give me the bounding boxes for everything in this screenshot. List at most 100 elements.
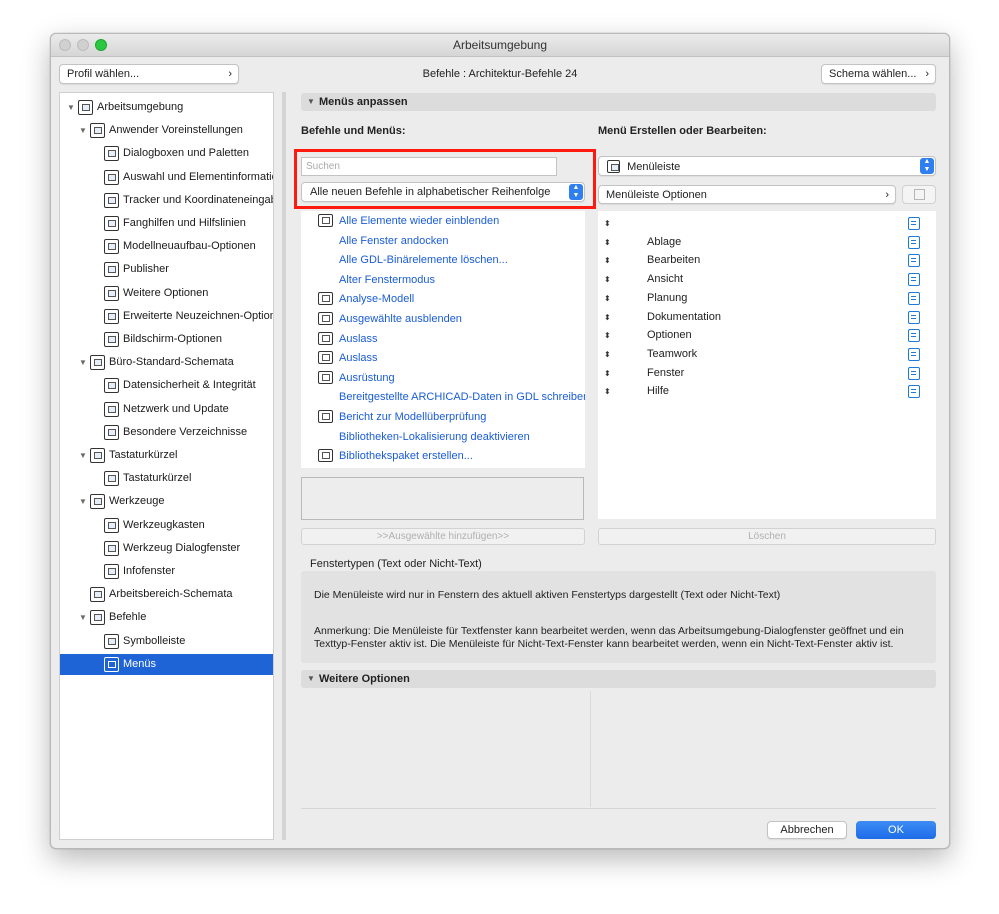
- tree-item[interactable]: Menüs: [60, 653, 273, 675]
- command-item[interactable]: Bereitgestellte ARCHICAD-Daten in GDL sc…: [301, 387, 585, 407]
- disclosure-triangle-icon[interactable]: ▼: [66, 97, 76, 118]
- disclosure-triangle-icon[interactable]: ▼: [78, 607, 88, 628]
- tree-item[interactable]: Publisher: [60, 259, 273, 280]
- tree-item[interactable]: Besondere Verzeichnisse: [60, 422, 273, 443]
- command-icon: [318, 214, 333, 227]
- more-options-section-header[interactable]: ▼ Weitere Optionen: [301, 670, 936, 688]
- menu-select[interactable]: Menüleiste ▲ ▼: [598, 156, 936, 176]
- menu-item-row[interactable]: ⬍ Hilfe: [598, 382, 936, 401]
- edit-menu-icon[interactable]: [908, 235, 920, 249]
- edit-menu-icon[interactable]: [908, 254, 920, 268]
- drag-handle-icon[interactable]: ⬍: [604, 326, 611, 345]
- tree-item[interactable]: Auswahl und Elementinformation: [60, 167, 273, 188]
- new-menu-item-button[interactable]: [902, 185, 936, 204]
- highlight-frame: [294, 149, 596, 209]
- settings-tree[interactable]: ▼ Arbeitsumgebung ▼ Anwender Voreinstellung…: [59, 92, 274, 840]
- command-item[interactable]: Bibliotheken-Lokalisierung deaktivieren: [301, 427, 585, 447]
- tree-item[interactable]: Modellneuaufbau-Optionen: [60, 236, 273, 257]
- tree-item[interactable]: ▼ Tastaturkürzel: [60, 445, 273, 466]
- tree-item[interactable]: ▼ Werkzeuge: [60, 491, 273, 512]
- command-item[interactable]: Auslass: [301, 329, 585, 349]
- command-item[interactable]: Bibliothekspaket erstellen...: [301, 446, 585, 466]
- edit-menu-icon[interactable]: [908, 291, 920, 305]
- menu-item-row[interactable]: ⬍ Dokumentation: [598, 308, 936, 327]
- tree-item[interactable]: Weitere Optionen: [60, 283, 273, 304]
- tree-item[interactable]: ▼ Arbeitsumgebung: [60, 97, 273, 118]
- command-item[interactable]: Bericht zur Modellüberprüfung: [301, 407, 585, 427]
- drag-handle-icon[interactable]: ⬍: [604, 270, 611, 289]
- tree-item[interactable]: ▼ Befehle: [60, 607, 273, 628]
- command-preview-box: [301, 477, 584, 520]
- command-item[interactable]: Auslass: [301, 348, 585, 368]
- ok-button[interactable]: OK: [856, 821, 936, 839]
- drag-handle-icon[interactable]: ⬍: [604, 308, 611, 327]
- delete-button[interactable]: Löschen: [598, 528, 936, 545]
- drag-handle-icon[interactable]: ⬍: [604, 233, 611, 252]
- drag-handle-icon[interactable]: ⬍: [604, 251, 611, 270]
- command-item[interactable]: Ausgewählte ausblenden: [301, 309, 585, 329]
- command-icon: [318, 331, 333, 345]
- menu-item-row[interactable]: ⬍: [598, 214, 936, 233]
- commands-value: Architektur-Befehle 24: [468, 68, 578, 80]
- tree-item-label: Anwender Voreinstellungen: [109, 124, 243, 137]
- menu-items-list[interactable]: ⬍ ⬍ Ablage ⬍ Bearbeiten ⬍ Ansicht ⬍ Planung ⬍ Doku…: [598, 211, 936, 519]
- edit-menu-icon[interactable]: [908, 217, 920, 230]
- command-item[interactable]: Analyse-Modell: [301, 289, 585, 309]
- menu-item-row[interactable]: ⬍ Ablage: [598, 233, 936, 252]
- tree-item[interactable]: Tracker und Koordinateneingabe: [60, 190, 273, 211]
- tree-item[interactable]: ▼ Büro-Standard-Schemata: [60, 352, 273, 373]
- command-item[interactable]: Alter Fenstermodus: [301, 270, 585, 290]
- menu-item-row[interactable]: ⬍ Bearbeiten: [598, 251, 936, 270]
- tree-item-icon: [78, 100, 93, 115]
- pane-splitter[interactable]: [282, 92, 286, 840]
- edit-menu-icon[interactable]: [908, 273, 920, 287]
- edit-menu-icon[interactable]: [908, 310, 920, 324]
- edit-menu-icon[interactable]: [908, 329, 920, 343]
- menu-item-label: Optionen: [647, 329, 692, 342]
- command-item[interactable]: Alle Fenster andocken: [301, 231, 585, 251]
- edit-menu-icon[interactable]: [908, 347, 920, 361]
- info-text-1: Die Menüleiste wird nur in Fenstern des …: [314, 589, 781, 601]
- tree-item[interactable]: Tastaturkürzel: [60, 468, 273, 489]
- drag-handle-icon[interactable]: ⬍: [604, 382, 611, 401]
- command-item[interactable]: Alle Elemente wieder einblenden: [301, 211, 585, 231]
- tree-item[interactable]: Erweiterte Neuzeichnen-Optionen: [60, 306, 273, 327]
- tree-item[interactable]: Werkzeug Dialogfenster: [60, 538, 273, 559]
- menu-item-row[interactable]: ⬍ Ansicht: [598, 270, 936, 289]
- command-item[interactable]: Ausrüstung: [301, 368, 585, 388]
- menu-item-row[interactable]: ⬍ Optionen: [598, 326, 936, 345]
- tree-item[interactable]: Infofenster: [60, 561, 273, 582]
- tree-item[interactable]: Dialogboxen und Paletten: [60, 143, 273, 164]
- edit-menu-icon[interactable]: [908, 385, 920, 399]
- drag-handle-icon[interactable]: ⬍: [604, 364, 611, 383]
- cancel-button[interactable]: Abbrechen: [767, 821, 847, 839]
- add-selected-button[interactable]: >>Ausgewählte hinzufügen>>: [301, 528, 585, 545]
- tree-item[interactable]: Arbeitsbereich-Schemata: [60, 584, 273, 605]
- commands-list[interactable]: Alle Elemente wieder einblenden Alle Fens…: [301, 211, 585, 468]
- tree-item[interactable]: Datensicherheit & Integrität: [60, 375, 273, 396]
- edit-menu-icon[interactable]: [908, 366, 920, 380]
- menus-section-header[interactable]: ▼ Menüs anpassen: [301, 93, 936, 111]
- drag-handle-icon[interactable]: ⬍: [604, 214, 611, 233]
- tree-item[interactable]: ▼ Anwender Voreinstellungen: [60, 120, 273, 141]
- drag-handle-icon[interactable]: ⬍: [604, 345, 611, 364]
- disclosure-triangle-icon[interactable]: ▼: [78, 491, 88, 512]
- tree-item[interactable]: Werkzeugkasten: [60, 515, 273, 536]
- menu-item-row[interactable]: ⬍ Teamwork: [598, 345, 936, 364]
- schema-select-button[interactable]: Schema wählen... ›: [821, 64, 936, 84]
- menu-item-row[interactable]: ⬍ Fenster: [598, 364, 936, 383]
- command-item[interactable]: Alle GDL-Binärelemente löschen...: [301, 250, 585, 270]
- tree-item[interactable]: Fanghilfen und Hilfslinien: [60, 213, 273, 234]
- disclosure-triangle-icon[interactable]: ▼: [78, 445, 88, 466]
- tree-item[interactable]: Bildschirm-Optionen: [60, 329, 273, 350]
- menu-item-label: Hilfe: [647, 385, 670, 398]
- drag-handle-icon[interactable]: ⬍: [604, 289, 611, 308]
- tree-item[interactable]: Symbolleiste: [60, 631, 273, 652]
- tree-item[interactable]: Netzwerk und Update: [60, 399, 273, 420]
- menu-item-row[interactable]: ⬍ Planung: [598, 289, 936, 308]
- menu-options-button[interactable]: Menüleiste Optionen ›: [598, 185, 896, 204]
- disclosure-triangle-icon: ▼: [307, 674, 315, 683]
- disclosure-triangle-icon[interactable]: ▼: [78, 120, 88, 141]
- disclosure-triangle-icon[interactable]: ▼: [78, 352, 88, 373]
- tree-item-icon: [104, 332, 119, 347]
